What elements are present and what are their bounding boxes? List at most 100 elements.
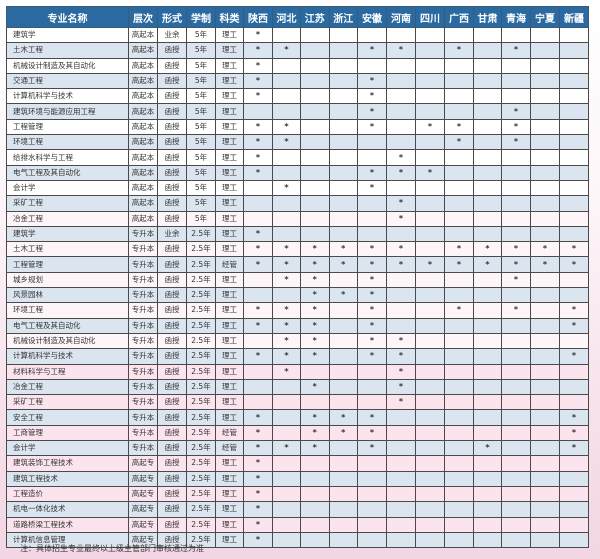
major-name-cell: 冶金工程 <box>6 378 129 396</box>
table-row: 采矿工程 高起本 函授 5年 理工 * <box>6 195 589 212</box>
province-availability-cell: * <box>559 241 589 258</box>
province-availability-cell <box>243 195 273 212</box>
province-availability-cell: * <box>386 363 416 380</box>
province-availability-cell <box>328 164 358 181</box>
header-cell: 浙江 <box>328 6 358 28</box>
major-name-cell: 冶金工程 <box>6 210 129 227</box>
duration-cell: 5年 <box>186 57 216 74</box>
form-cell: 函授 <box>157 394 187 411</box>
province-availability-cell <box>328 42 358 59</box>
province-availability-cell <box>559 271 589 289</box>
province-availability-cell <box>530 363 560 380</box>
province-availability-cell <box>473 424 502 442</box>
category-cell: 理工 <box>215 210 244 227</box>
form-cell: 函授 <box>157 57 187 74</box>
province-availability-cell <box>559 195 589 212</box>
province-availability-cell <box>444 501 474 518</box>
province-availability-cell <box>530 210 560 227</box>
province-availability-cell <box>300 134 330 151</box>
province-availability-cell <box>559 501 589 518</box>
province-availability-cell <box>357 363 387 380</box>
province-availability-cell <box>444 57 474 74</box>
province-availability-cell <box>272 424 301 442</box>
province-availability-cell: * <box>243 440 273 457</box>
province-availability-cell <box>300 210 330 227</box>
province-availability-cell <box>386 455 416 472</box>
major-name-cell: 采矿工程 <box>6 394 129 411</box>
province-availability-cell: * <box>473 241 502 258</box>
province-availability-cell <box>272 164 301 181</box>
province-availability-cell: * <box>243 256 273 273</box>
province-availability-cell <box>559 485 589 503</box>
province-availability-cell: * <box>300 440 330 457</box>
province-availability-cell <box>444 287 474 304</box>
major-name-cell: 土木工程 <box>6 42 129 59</box>
category-cell: 理工 <box>215 409 244 426</box>
category-cell: 理工 <box>215 164 244 181</box>
province-availability-cell <box>415 378 445 396</box>
province-availability-cell: * <box>415 256 445 273</box>
table-row: 会计学 高起本 函授 5年 理工 * * <box>6 179 589 197</box>
province-availability-cell: * <box>559 440 589 457</box>
province-availability-cell <box>328 470 358 487</box>
province-availability-cell <box>272 409 301 426</box>
province-availability-cell <box>300 485 330 503</box>
province-availability-cell: * <box>386 42 416 59</box>
level-cell: 专升本 <box>128 409 158 426</box>
table-row: 冶金工程 专升本 函授 2.5年 理工 * * <box>6 378 589 396</box>
major-name-cell: 计算机科学与技术 <box>6 348 129 365</box>
table-row: 建筑工程技术 高起专 函授 2.5年 理工 * <box>6 470 589 487</box>
province-availability-cell <box>559 149 589 166</box>
province-availability-cell: * <box>501 103 531 120</box>
province-availability-cell: * <box>444 241 474 258</box>
province-availability-cell <box>444 394 474 411</box>
province-availability-cell: * <box>300 348 330 365</box>
form-cell: 函授 <box>157 241 187 258</box>
major-name-cell: 工程管理 <box>6 118 129 136</box>
duration-cell: 2.5年 <box>186 287 216 304</box>
province-availability-cell: * <box>444 302 474 319</box>
province-availability-cell <box>444 485 474 503</box>
category-cell: 理工 <box>215 26 244 44</box>
duration-cell: 5年 <box>186 88 216 105</box>
province-availability-cell <box>444 271 474 289</box>
province-availability-cell <box>328 485 358 503</box>
table-row: 电气工程及其自动化 高起本 函授 5年 理工 * * * * <box>6 164 589 181</box>
province-availability-cell: * <box>559 409 589 426</box>
level-cell: 高起专 <box>128 485 158 503</box>
province-availability-cell <box>501 72 531 90</box>
major-name-cell: 工商管理 <box>6 424 129 442</box>
province-availability-cell <box>415 302 445 319</box>
province-availability-cell: * <box>357 348 387 365</box>
province-availability-cell <box>530 348 560 365</box>
province-availability-cell <box>501 378 531 396</box>
province-availability-cell <box>559 26 589 44</box>
province-availability-cell <box>328 440 358 457</box>
province-availability-cell <box>501 225 531 243</box>
province-availability-cell <box>272 485 301 503</box>
level-cell: 专升本 <box>128 394 158 411</box>
province-availability-cell <box>300 149 330 166</box>
header-cell: 甘肃 <box>473 6 502 28</box>
province-availability-cell <box>243 271 273 289</box>
province-availability-cell <box>328 394 358 411</box>
province-availability-cell: * <box>559 348 589 365</box>
duration-cell: 5年 <box>186 195 216 212</box>
province-availability-cell: * <box>501 302 531 319</box>
province-availability-cell: * <box>243 302 273 319</box>
province-availability-cell <box>415 531 445 549</box>
province-availability-cell <box>415 26 445 44</box>
table-row: 机械设计制造及其自动化 专升本 函授 2.5年 理工 * * * * <box>6 332 589 350</box>
table-row: 建筑学 高起本 业余 5年 理工 * <box>6 26 589 44</box>
province-availability-cell <box>473 271 502 289</box>
province-availability-cell <box>473 164 502 181</box>
duration-cell: 2.5年 <box>186 470 216 487</box>
province-availability-cell <box>559 134 589 151</box>
province-availability-cell: * <box>300 302 330 319</box>
province-availability-cell <box>300 42 330 59</box>
province-availability-cell: * <box>243 118 273 136</box>
header-cell: 形式 <box>157 6 187 28</box>
province-availability-cell: * <box>559 317 589 334</box>
province-availability-cell: * <box>300 332 330 350</box>
province-availability-cell <box>386 179 416 197</box>
